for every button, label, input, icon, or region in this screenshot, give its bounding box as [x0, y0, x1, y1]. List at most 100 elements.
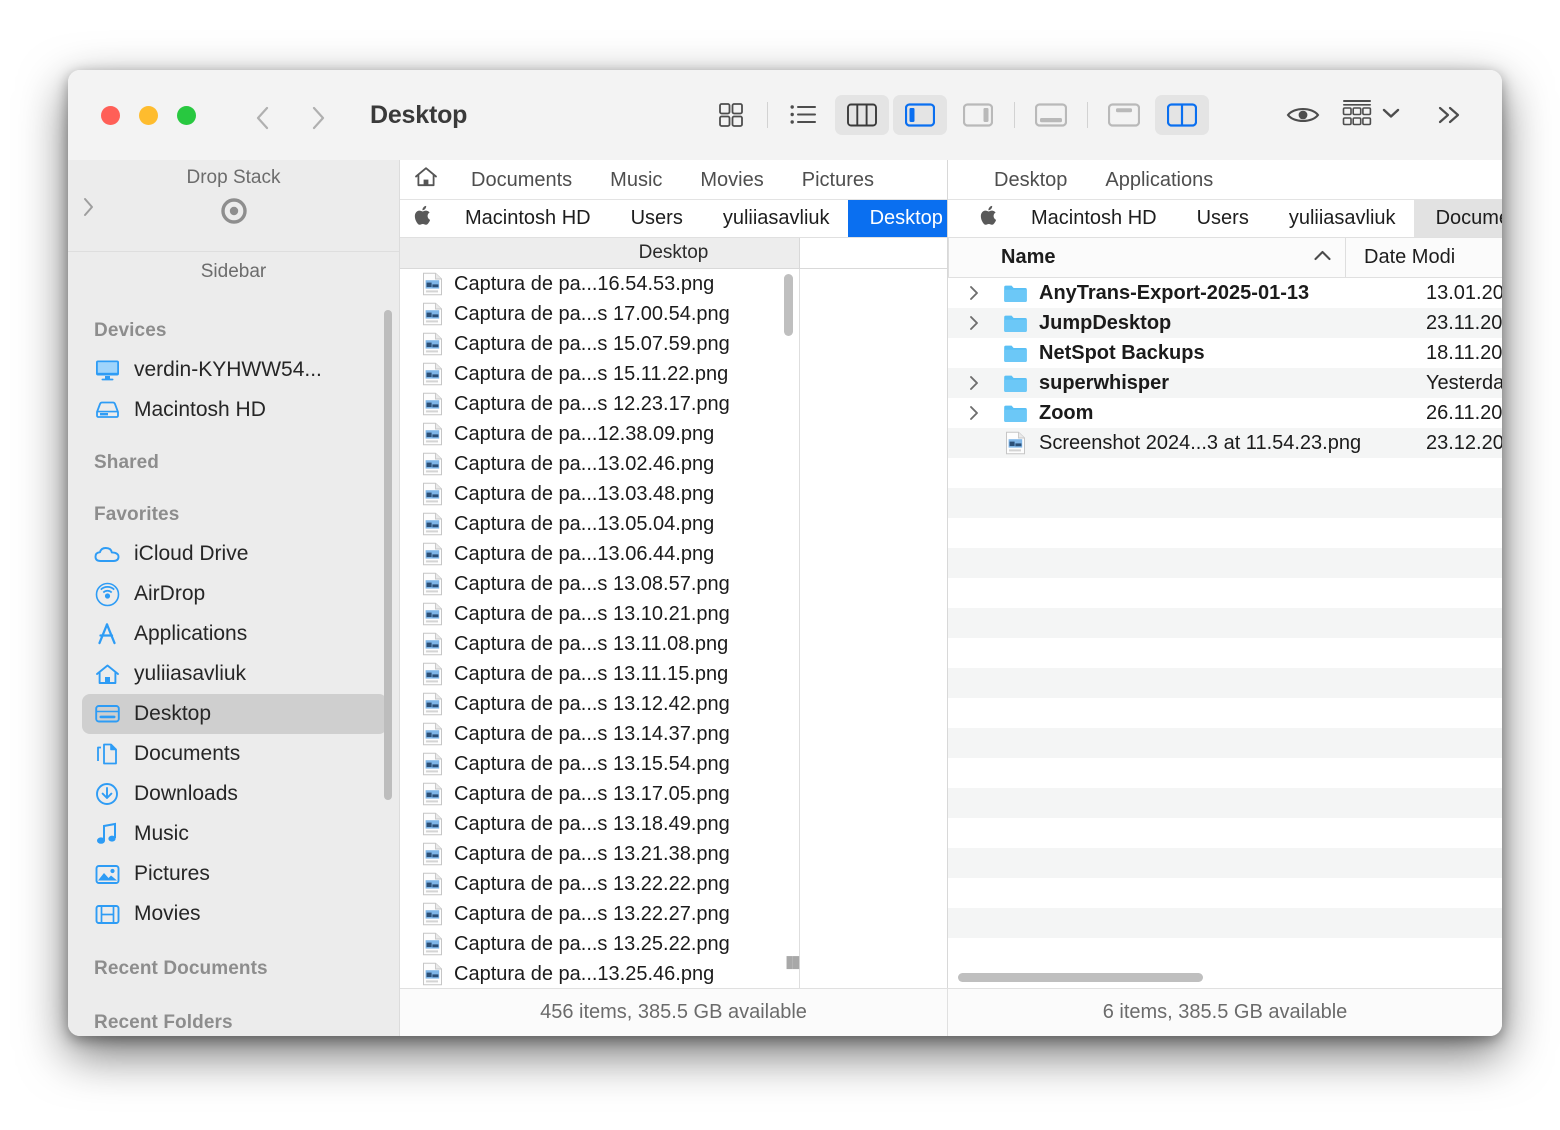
left-pane-column-header[interactable]: Desktop	[400, 238, 947, 269]
file-row[interactable]: Captura de pa...s 13.14.37.png	[400, 719, 799, 749]
zoom-button[interactable]	[177, 105, 196, 125]
left-pane-breadcrumb: Macintosh HD Users yuliiasavliuk Desktop	[400, 200, 947, 238]
table-row-empty	[948, 848, 1502, 878]
tab-pictures[interactable]: Pictures	[783, 160, 893, 199]
tab-applications[interactable]: Applications	[1086, 160, 1232, 199]
dual-pane-button[interactable]	[1155, 95, 1209, 135]
file-column-scrollbar[interactable]	[784, 274, 793, 336]
disclosure-chevron-icon[interactable]	[948, 374, 1000, 392]
sidebar-item-verdin[interactable]: verdin-KYHWW54...	[82, 350, 387, 390]
back-icon[interactable]	[253, 105, 273, 130]
file-row[interactable]: Captura de pa...s 13.12.42.png	[400, 689, 799, 719]
view-toolbar	[702, 70, 1211, 160]
table-row[interactable]: JumpDesktop 23.11.202	[948, 308, 1502, 338]
downloads-icon	[94, 781, 120, 807]
file-row[interactable]: Captura de pa...s 13.22.22.png	[400, 869, 799, 899]
more-chevrons-icon[interactable]	[1424, 95, 1478, 135]
icon-view-button[interactable]	[704, 95, 758, 135]
sidebar-item-icloud-drive[interactable]: iCloud Drive	[82, 534, 387, 574]
file-row[interactable]: Captura de pa...s 13.21.38.png	[400, 839, 799, 869]
disclosure-chevron-icon[interactable]	[948, 314, 1000, 332]
file-name: Captura de pa...s 13.22.22.png	[454, 872, 730, 895]
png-file-icon	[422, 872, 444, 896]
breadcrumb-documents[interactable]: Documents	[1413, 200, 1502, 237]
tab-music[interactable]: Music	[591, 160, 681, 199]
table-row[interactable]: AnyTrans-Export-2025-01-13 13.01.202	[948, 278, 1502, 308]
tab-movies[interactable]: Movies	[681, 160, 782, 199]
breadcrumb-desktop[interactable]: Desktop	[847, 200, 947, 237]
file-row[interactable]: Captura de pa...13.03.48.png	[400, 479, 799, 509]
drop-stack-target-icon[interactable]	[68, 196, 399, 226]
breadcrumb-apple[interactable]	[400, 200, 443, 237]
panel-right-button[interactable]	[951, 95, 1005, 135]
column-view-button[interactable]	[835, 95, 889, 135]
close-button[interactable]	[101, 105, 120, 125]
png-file-icon	[422, 482, 444, 506]
breadcrumb-macintosh-hd[interactable]: Macintosh HD	[1009, 200, 1175, 237]
file-row[interactable]: Captura de pa...s 15.11.22.png	[400, 359, 799, 389]
sidebar-item-applications[interactable]: Applications	[82, 614, 387, 654]
drop-stack-section[interactable]: Drop Stack	[68, 160, 399, 252]
file-row[interactable]: Captura de pa...13.05.04.png	[400, 509, 799, 539]
chevron-up-icon[interactable]	[1313, 249, 1332, 267]
sidebar-item-yuliiasavliuk[interactable]: yuliiasavliuk	[82, 654, 387, 694]
file-row[interactable]: Captura de pa...s 13.22.27.png	[400, 899, 799, 929]
file-row[interactable]: Captura de pa...s 13.18.49.png	[400, 809, 799, 839]
sidebar-section-label: Sidebar	[200, 261, 267, 282]
minimize-button[interactable]	[139, 105, 158, 125]
harddisk-icon	[94, 397, 120, 423]
sidebar-scrollbar[interactable]	[384, 310, 392, 800]
breadcrumb-users[interactable]: Users	[608, 200, 701, 237]
file-row[interactable]: Captura de pa...s 13.25.22.png	[400, 929, 799, 959]
list-view-button[interactable]	[777, 95, 831, 135]
right-pane-tabstrip: Desktop Applications	[948, 160, 1502, 200]
horizontal-scrollbar[interactable]	[958, 972, 1203, 982]
table-row[interactable]: Screenshot 2024...3 at 11.54.23.png 23.12…	[948, 428, 1502, 458]
sidebar-item-movies[interactable]: Movies	[82, 894, 387, 934]
table-row[interactable]: Zoom 26.11.202	[948, 398, 1502, 428]
panel-top-button[interactable]	[1097, 95, 1151, 135]
group-by-button[interactable]	[1331, 95, 1410, 135]
table-row[interactable]: superwhisper Yesterday	[948, 368, 1502, 398]
panel-left-button[interactable]	[893, 95, 947, 135]
sidebar-item-downloads[interactable]: Downloads	[82, 774, 387, 814]
tab-documents[interactable]: Documents	[452, 160, 591, 199]
preview-button[interactable]	[1275, 95, 1331, 135]
breadcrumb-apple[interactable]	[966, 200, 1009, 237]
breadcrumb-yuliiasavliuk[interactable]: yuliiasavliuk	[700, 200, 848, 237]
sidebar-item-desktop[interactable]: Desktop	[82, 694, 387, 734]
file-row[interactable]: Captura de pa...s 13.11.15.png	[400, 659, 799, 689]
file-row[interactable]: Captura de pa...13.06.44.png	[400, 539, 799, 569]
file-row[interactable]: Captura de pa...s 13.08.57.png	[400, 569, 799, 599]
file-row[interactable]: Captura de pa...s 17.00.54.png	[400, 299, 799, 329]
file-row[interactable]: Captura de pa...s 12.23.17.png	[400, 389, 799, 419]
file-row[interactable]: Captura de pa...16.54.53.png	[400, 269, 799, 299]
table-row-empty	[948, 908, 1502, 938]
column-header-date-modified[interactable]: Date Modi	[1346, 246, 1455, 269]
file-row[interactable]: Captura de pa...13.02.46.png	[400, 449, 799, 479]
breadcrumb-yuliiasavliuk[interactable]: yuliiasavliuk	[1266, 200, 1414, 237]
column-header-name[interactable]: Name	[948, 238, 1346, 277]
sidebar-item-documents[interactable]: Documents	[82, 734, 387, 774]
file-row[interactable]: Captura de pa...12.38.09.png	[400, 419, 799, 449]
tab-desktop[interactable]: Desktop	[948, 160, 1086, 199]
sidebar-item-music[interactable]: Music	[82, 814, 387, 854]
sidebar-item-macintosh-hd[interactable]: Macintosh HD	[82, 390, 387, 430]
file-row[interactable]: Captura de pa...s 13.17.05.png	[400, 779, 799, 809]
table-row[interactable]: NetSpot Backups 18.11.2024	[948, 338, 1502, 368]
sidebar-item-airdrop[interactable]: AirDrop	[82, 574, 387, 614]
panel-bottom-button[interactable]	[1024, 95, 1078, 135]
file-row[interactable]: Captura de pa...s 15.07.59.png	[400, 329, 799, 359]
file-row[interactable]: Captura de pa...s 13.15.54.png	[400, 749, 799, 779]
breadcrumb-users[interactable]: Users	[1174, 200, 1267, 237]
sidebar-item-pictures[interactable]: Pictures	[82, 854, 387, 894]
forward-icon[interactable]	[308, 105, 328, 130]
disclosure-chevron-icon[interactable]	[948, 284, 1000, 302]
file-row[interactable]: Captura de pa...s 13.11.08.png	[400, 629, 799, 659]
breadcrumb-macintosh-hd[interactable]: Macintosh HD	[443, 200, 609, 237]
column-resize-handle[interactable]: ▮▮	[785, 952, 801, 972]
file-row[interactable]: Captura de pa...s 13.10.21.png	[400, 599, 799, 629]
tab-home[interactable]	[400, 166, 452, 193]
file-row[interactable]: Captura de pa...13.25.46.png	[400, 959, 799, 988]
disclosure-chevron-icon[interactable]	[948, 404, 1000, 422]
